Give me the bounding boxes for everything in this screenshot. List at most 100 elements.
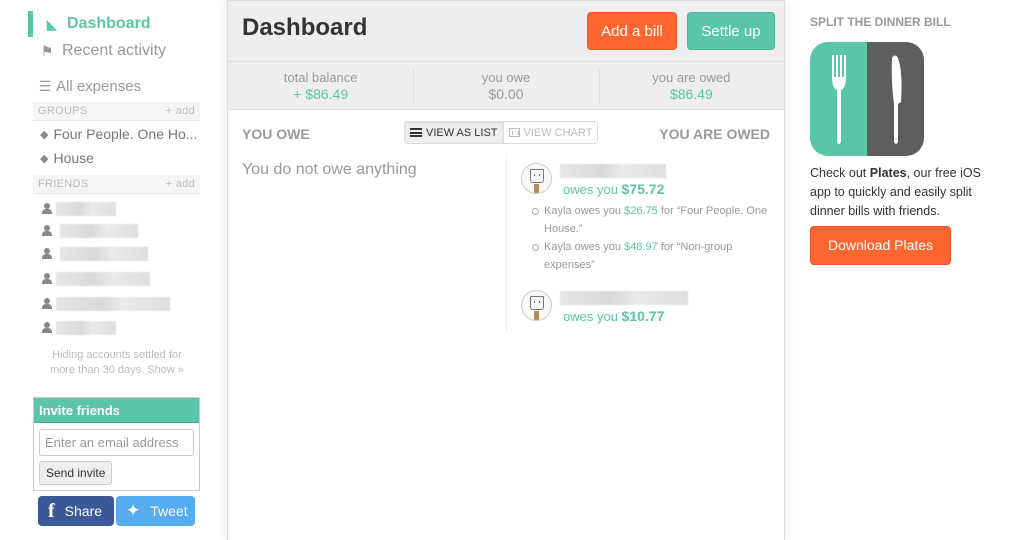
dashboard-header: Dashboard Add a bill Settle up	[228, 0, 784, 62]
add-friend-link[interactable]: + add	[166, 178, 195, 190]
avatar	[521, 290, 552, 321]
avatar	[521, 163, 552, 194]
flag-icon: ⚑	[40, 42, 54, 59]
owed-amount: $10.77	[621, 308, 665, 324]
you-owe-balance: you owe $0.00	[413, 62, 598, 109]
user-icon	[42, 203, 52, 215]
sidebar-friend-item[interactable]	[42, 321, 116, 335]
you-owe-heading: YOU OWE	[242, 126, 310, 142]
groups-header: GROUPS + add	[33, 102, 200, 121]
tag-icon: ◆	[40, 128, 49, 141]
nav-recent-activity[interactable]: ⚑ Recent activity	[28, 39, 166, 63]
add-group-link[interactable]: + add	[166, 105, 195, 117]
friend-name-redacted	[60, 224, 138, 238]
invite-email-input[interactable]	[39, 429, 194, 456]
owed-breakdown-item: Kayla owes you $48.97 for “Non-group exp…	[530, 238, 770, 274]
nav-all-expenses[interactable]: ☰ All expenses	[38, 74, 141, 98]
page-title: Dashboard	[242, 14, 368, 41]
view-chart-label: VIEW CHART	[523, 126, 593, 139]
group-name: House	[53, 150, 94, 166]
breakdown-amount: $26.75	[624, 205, 658, 217]
you-are-owed-heading: YOU ARE OWED	[659, 126, 770, 142]
sidebar-friend-item[interactable]	[42, 224, 138, 238]
balance-summary: total balance + $86.49 you owe $0.00 you…	[228, 62, 784, 110]
nav-dashboard-label: Dashboard	[67, 15, 151, 32]
total-balance-label: total balance	[283, 70, 358, 85]
show-link[interactable]: Show »	[147, 364, 184, 376]
friend-name-redacted	[56, 272, 150, 286]
view-as-list-button[interactable]: VIEW AS LIST	[405, 122, 504, 143]
sidebar-group-item[interactable]: ◆ House	[40, 150, 94, 166]
share-label: Share	[64, 503, 103, 519]
tag-icon: ◆	[40, 152, 49, 165]
you-are-owed-label: you are owed	[652, 70, 731, 85]
sidebar-friend-item[interactable]	[42, 272, 150, 286]
promo-description: Check out Plates, our free iOS app to qu…	[810, 164, 995, 221]
friends-header-label: FRIENDS	[38, 178, 89, 190]
twitter-icon: ✦	[126, 501, 141, 520]
owes-prefix: owes you	[563, 309, 618, 324]
owes-you-summary: owes you $10.77	[563, 308, 664, 324]
facebook-share-button[interactable]: f Share	[38, 496, 114, 526]
user-icon	[42, 225, 52, 237]
download-plates-button[interactable]: Download Plates	[810, 226, 951, 265]
nav-recent-activity-label: Recent activity	[62, 42, 167, 59]
add-bill-button[interactable]: Add a bill	[587, 12, 677, 50]
friend-name-redacted	[56, 202, 116, 216]
list-icon: ☰	[38, 77, 52, 94]
user-icon	[42, 322, 52, 334]
you-owe-label: you owe	[481, 70, 531, 85]
knife-icon	[891, 55, 902, 144]
user-icon	[42, 298, 52, 310]
owed-amount: $75.72	[621, 181, 665, 197]
bar-chart-icon	[508, 128, 520, 137]
friend-name-redacted	[56, 321, 116, 335]
breakdown-amount: $48.97	[624, 241, 658, 253]
nav-all-expenses-label: All expenses	[56, 77, 142, 95]
dashboard-main: Dashboard Add a bill Settle up total bal…	[227, 0, 785, 540]
nav-dashboard[interactable]: ◣ Dashboard	[28, 11, 151, 37]
settle-up-button[interactable]: Settle up	[687, 12, 775, 50]
total-balance-value: + $86.49	[293, 86, 349, 102]
facebook-icon: f	[48, 499, 55, 522]
invite-friends-title: Invite friends	[34, 398, 199, 423]
promo-text-pre: Check out	[810, 166, 870, 180]
sidebar-friend-item[interactable]	[42, 202, 116, 216]
total-balance: total balance + $86.49	[228, 62, 413, 109]
owes-you-summary: owes you $75.72	[563, 181, 664, 197]
list-icon	[410, 128, 422, 137]
column-divider	[506, 153, 507, 331]
fork-icon	[832, 55, 846, 144]
view-as-list-label: VIEW AS LIST	[426, 126, 498, 139]
you-are-owed-balance: you are owed $86.49	[598, 62, 784, 109]
friend-name-redacted	[56, 297, 170, 311]
sidebar-friend-item[interactable]	[42, 297, 170, 311]
tweet-label: Tweet	[150, 503, 188, 519]
hiding-accounts-note: Hiding accounts settled for more than 30…	[42, 348, 192, 378]
owed-breakdown: Kayla owes you $26.75 for “Four People. …	[530, 202, 770, 274]
left-sidebar: ◣ Dashboard ⚑ Recent activity ☰ All expe…	[28, 0, 203, 540]
friends-header: FRIENDS + add	[33, 175, 200, 194]
friend-name-redacted	[60, 247, 148, 261]
view-chart-button[interactable]: VIEW CHART	[504, 122, 598, 143]
invite-friends-box: Invite friends Send invite	[33, 397, 200, 491]
groups-header-label: GROUPS	[38, 105, 88, 117]
twitter-tweet-button[interactable]: ✦ Tweet	[116, 496, 195, 526]
person-name-redacted	[560, 164, 666, 178]
you-owe-value: $0.00	[488, 86, 524, 102]
send-invite-button[interactable]: Send invite	[39, 461, 113, 485]
breakdown-who: Kayla owes you	[544, 241, 622, 253]
breakdown-who: Kayla owes you	[544, 205, 622, 217]
owed-breakdown-item: Kayla owes you $26.75 for “Four People. …	[530, 202, 770, 238]
person-name-redacted	[560, 291, 688, 305]
promo-title: SPLIT THE DINNER BILL	[810, 15, 951, 29]
user-icon	[42, 248, 52, 260]
plates-app-logo	[810, 42, 924, 156]
view-toggle: VIEW AS LIST VIEW CHART	[404, 121, 599, 144]
group-name: Four People. One Ho...	[53, 126, 198, 142]
you-are-owed-value: $86.49	[669, 86, 713, 102]
owes-prefix: owes you	[563, 182, 618, 197]
sidebar-group-item[interactable]: ◆ Four People. One Ho...	[40, 126, 197, 142]
sidebar-friend-item[interactable]	[42, 247, 148, 261]
nothing-owed-message: You do not owe anything	[242, 161, 417, 178]
